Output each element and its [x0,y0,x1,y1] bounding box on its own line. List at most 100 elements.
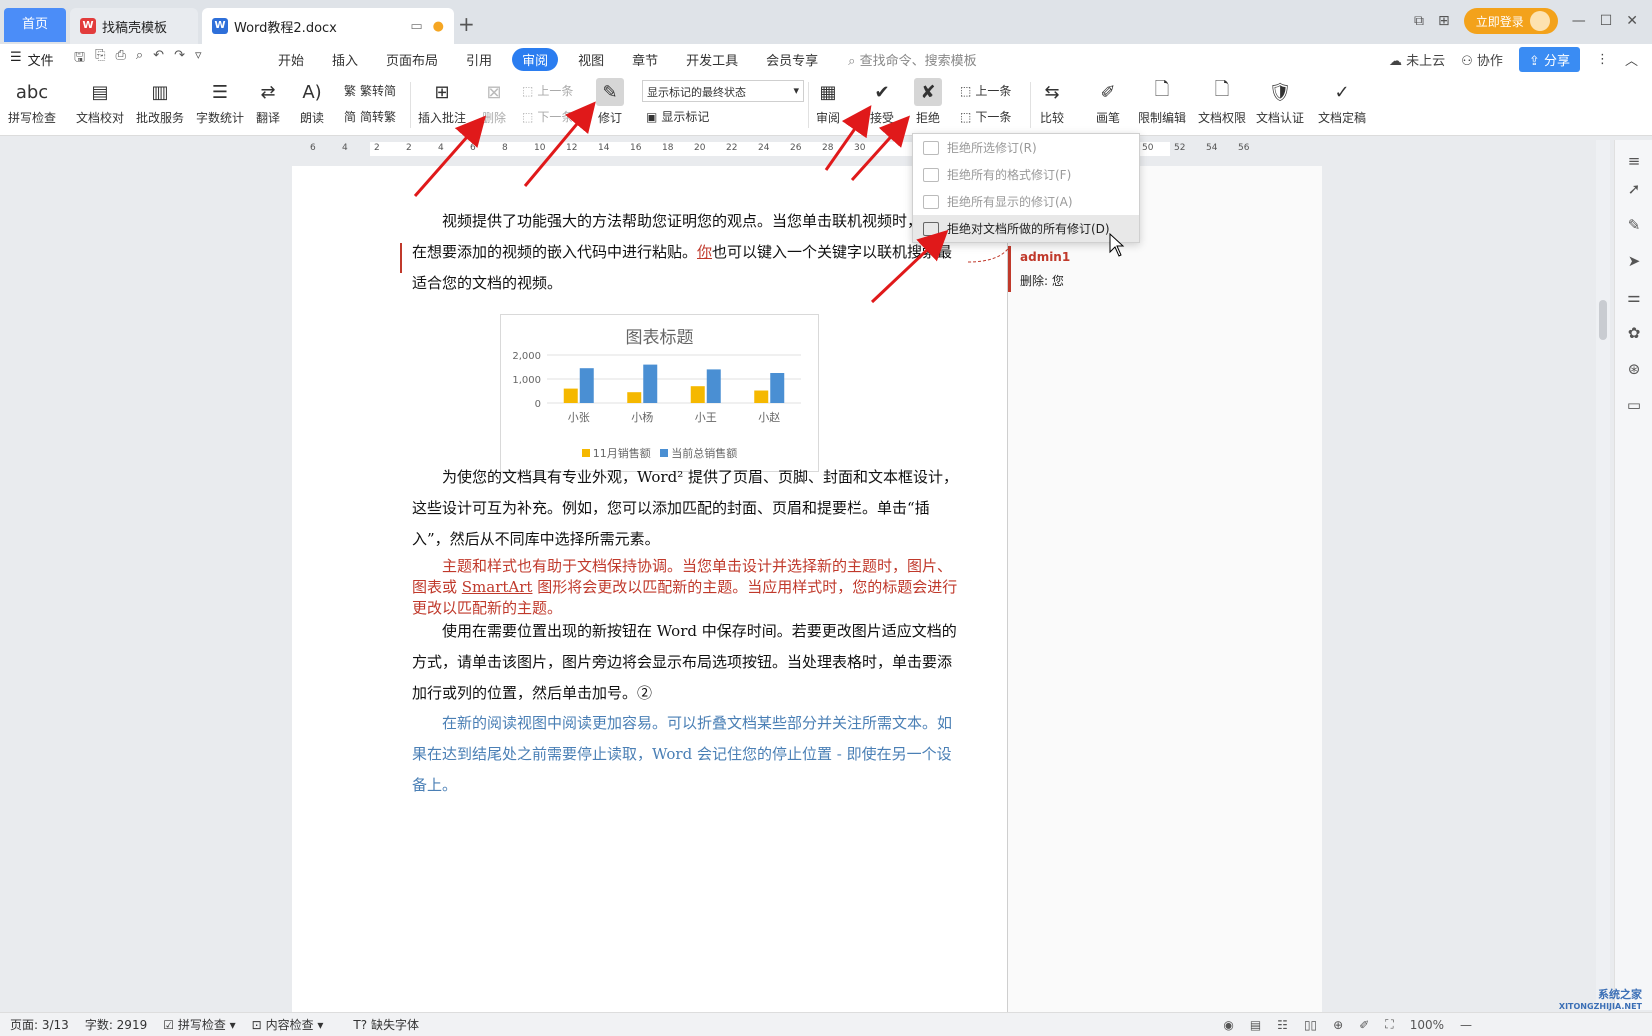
collapse-ribbon-icon[interactable]: ︿ [1625,50,1638,69]
paragraph-4[interactable]: 使用在需要位置出现的新按钮在 Word 中保存时间。若要更改图片适应文档的方式，… [412,616,966,709]
pen-mode-icon[interactable]: ✐ [1359,1018,1369,1032]
file-menu[interactable]: ☰ 文件 [0,50,62,69]
login-button[interactable]: 立即登录 [1463,8,1558,34]
next-comment-button[interactable]: ⬚ 下一条 [522,108,573,125]
screen-icon[interactable]: ▭ [410,19,422,34]
share-button[interactable]: ⇪ 分享 [1518,46,1580,72]
trad-to-simp-button[interactable]: 繁繁转简 [344,82,396,99]
status-spell-check[interactable]: ☑ 拼写检查 ▾ [163,1016,235,1033]
insert-comment-label: 插入批注 [418,111,467,125]
preview-icon[interactable]: ⌕ [136,48,143,70]
tab-template[interactable]: W 找稿壳模板 [70,8,198,44]
zoom-out-icon[interactable]: — [1460,1018,1472,1032]
eye-icon[interactable]: ◉ [1223,1018,1233,1032]
new-tab-button[interactable]: + [458,12,475,36]
finalize-button[interactable]: ✓ 文档定稿 [1318,78,1366,126]
redo-icon[interactable]: ↷ [174,48,185,70]
simp-to-trad-button[interactable]: 简简转繁 [344,108,396,125]
paragraph-2[interactable]: 为使您的文档具有专业外观，Word² 提供了页眉、页脚、封面和文本框设计，这些设… [412,462,966,555]
word-count[interactable]: 字数: 2919 [85,1016,147,1033]
grid-icon[interactable]: ⊞ [1438,13,1450,29]
tab-insert[interactable]: 插入 [332,50,358,69]
translate-button[interactable]: ⇄ 翻译 [254,78,282,126]
track-changes-button[interactable]: ✎ 修订 [596,78,624,126]
deleted-text[interactable]: 你 [697,243,712,261]
reject-shown-item[interactable]: 拒绝所有显示的修订(A) [913,188,1139,215]
prev-change-button[interactable]: ⬚ 上一条 [960,82,1011,99]
save-icon[interactable]: 🖫 [74,48,85,70]
comment-text[interactable]: 删除: 您 [1020,272,1064,289]
next-change-button[interactable]: ⬚ 下一条 [960,108,1011,125]
expand-icon[interactable]: ≡ [1625,152,1643,170]
fit-icon[interactable]: ⛶ [1385,1017,1393,1032]
close-icon[interactable]: ✕ [1626,13,1638,29]
edit-icon[interactable]: ✎ [1625,216,1643,234]
undo-icon[interactable]: ↶ [153,48,164,70]
tab-layout[interactable]: 页面布局 [386,50,438,69]
reject-button[interactable]: ✘ 拒绝 [914,78,942,126]
doc-permission-button[interactable]: 🗋 文档权限 [1198,78,1246,126]
paragraph-5[interactable]: 在新的阅读视图中阅读更加容易。可以折叠文档某些部分并关注所需文本。如果在达到结尾… [412,708,966,801]
vertical-ruler[interactable] [0,164,14,1010]
pen-button[interactable]: ✐ 画笔 [1094,78,1122,126]
rocket-icon[interactable]: ➚ [1625,180,1643,198]
compare-button[interactable]: ⇆ 比较 [1038,78,1066,126]
layout-icon[interactable]: ⧉ [1414,13,1424,29]
reject-selected-item[interactable]: 拒绝所选修订(R) [913,134,1139,161]
tab-document[interactable]: W Word教程2.docx ▭ ● [202,8,454,44]
show-markup-button[interactable]: ▣ 显示标记 [646,108,709,125]
cloud-status[interactable]: ☁ 未上云 [1389,50,1445,69]
print-icon[interactable]: ⎙ [115,48,125,70]
finalize-label: 文档定稿 [1318,111,1367,125]
tab-start[interactable]: 开始 [278,50,304,69]
status-content-check[interactable]: ⊡ 内容检查 ▾ [252,1016,324,1033]
tab-member[interactable]: 会员专享 [766,50,818,69]
proofread-button[interactable]: ▤ 文档校对 [76,78,124,126]
chart[interactable]: 图表标题 2,000 1,000 0 小张 小杨 小王 小赵 11月销售额 当前总销售额 [500,314,819,472]
paragraph-3[interactable]: 主题和样式也有助于文档保持协调。当您单击设计并选择新的主题时，图片、图表或 Sm… [412,556,966,619]
tab-references[interactable]: 引用 [466,50,492,69]
tab-home[interactable]: 首页 [4,8,66,42]
word-count-button[interactable]: ☰ 字数统计 [196,78,244,126]
outline-view-icon[interactable]: ☷ [1277,1018,1288,1032]
more-icon[interactable]: ▿ [195,48,202,70]
export-icon[interactable]: ⎘ [95,48,105,70]
doc-cert-button[interactable]: 🛡 文档认证 [1256,78,1304,126]
restrict-edit-button[interactable]: 🗋 限制编辑 [1138,78,1186,126]
missing-font[interactable]: T? 缺失字体 [353,1016,419,1033]
horizontal-ruler[interactable]: 6422468101214161820222426283046485052545… [300,140,1320,160]
scroll-thumb[interactable] [1599,300,1607,340]
more-options-icon[interactable]: ⋮ [1596,52,1609,67]
collab-button[interactable]: ⚇ 协作 [1461,50,1503,69]
read-aloud-button[interactable]: A) 朗读 [298,78,326,126]
maximize-icon[interactable]: ☐ [1600,13,1613,29]
theme-icon[interactable]: ✿ [1625,324,1643,342]
minimize-icon[interactable]: — [1572,13,1586,29]
reject-all-item[interactable]: 拒绝对文档所做的所有修订(D) [913,215,1139,242]
zoom-level[interactable]: 100% [1410,1018,1444,1032]
accept-button[interactable]: ✔ 接受 [868,78,896,126]
command-search[interactable]: ⌕ 查找命令、搜索模板 [848,50,976,69]
page-indicator[interactable]: 页面: 3/13 [10,1016,69,1033]
batch-service-button[interactable]: ▥ 批改服务 [136,78,184,126]
review-pane-button[interactable]: ▦ 审阅 [814,78,842,126]
vertical-scrollbar[interactable] [1596,140,1610,1010]
delete-comment-button[interactable]: ⊠ 删除 [480,78,508,126]
paragraph-1[interactable]: 视频提供了功能强大的方法帮助您证明您的观点。当您单击联机视频时，可以在想要添加的… [412,206,966,299]
tab-view[interactable]: 视图 [578,50,604,69]
reject-format-item[interactable]: 拒绝所有的格式修订(F) [913,161,1139,188]
web-view-icon[interactable]: ⊕ [1333,1018,1343,1032]
insert-comment-button[interactable]: ⊞ 插入批注 [418,78,466,126]
cursor-icon[interactable]: ➤ [1625,252,1643,270]
prev-comment-button[interactable]: ⬚ 上一条 [522,82,573,99]
location-icon[interactable]: ⊛ [1625,360,1643,378]
spell-check-button[interactable]: abc 拼写检查 [8,78,56,126]
sliders-icon[interactable]: ⚌ [1625,288,1643,306]
markup-state-select[interactable]: 显示标记的最终状态 ▾ [642,80,804,102]
book-icon[interactable]: ▭ [1625,396,1643,414]
page-view-icon[interactable]: ▤ [1250,1018,1261,1032]
tab-developer[interactable]: 开发工具 [686,50,738,69]
read-view-icon[interactable]: ▯▯ [1304,1018,1317,1032]
tab-section[interactable]: 章节 [632,50,658,69]
tab-review[interactable]: 审阅 [512,47,559,71]
